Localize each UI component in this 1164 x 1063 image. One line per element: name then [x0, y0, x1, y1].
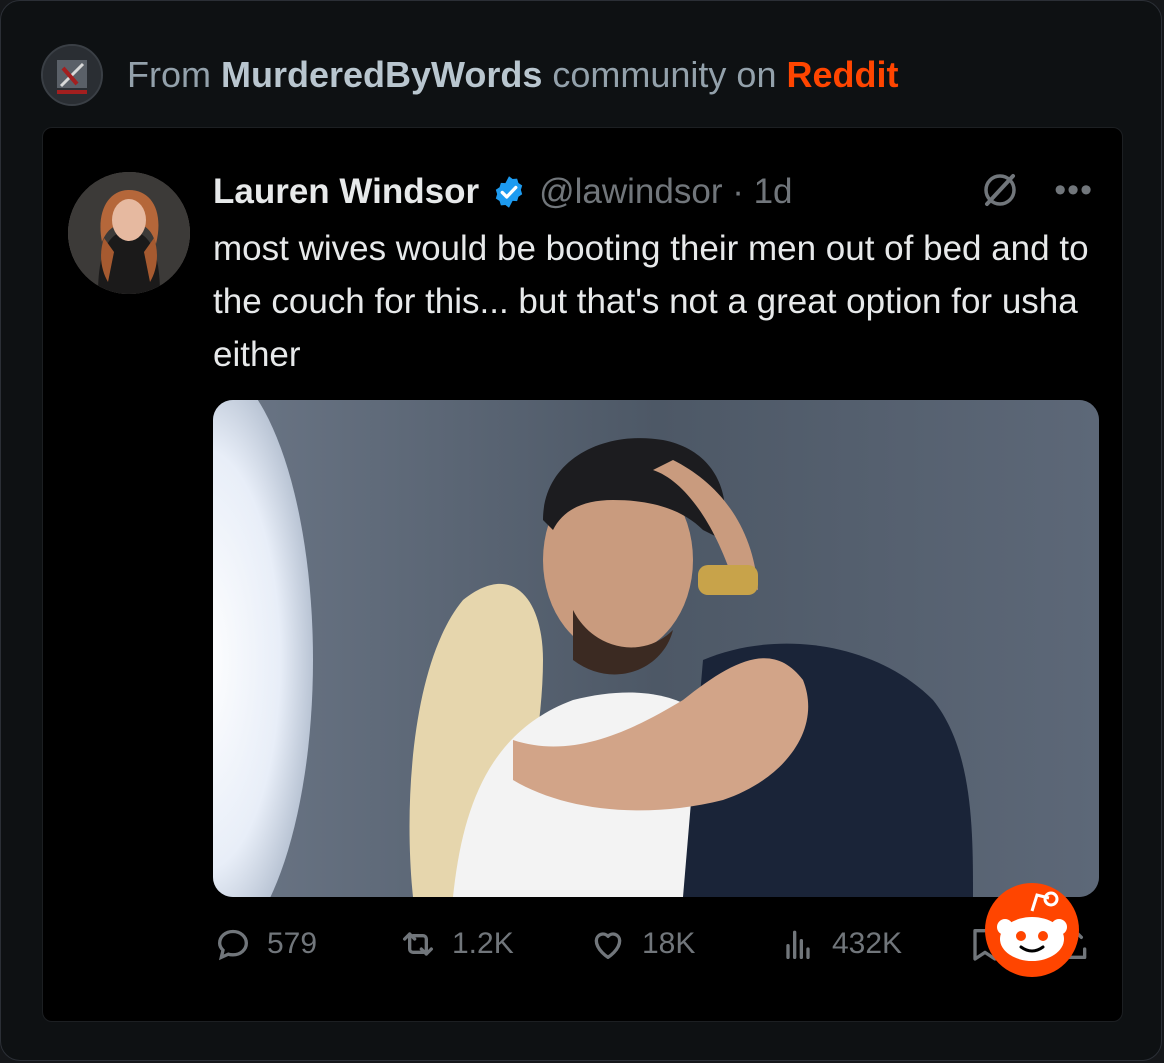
- handle-text: @lawindsor: [539, 172, 723, 211]
- source-middle: community on: [542, 54, 787, 95]
- tweet-header: Lauren Windsor @lawindsor · 1d •••: [213, 164, 1093, 220]
- source-prefix: From: [127, 54, 221, 95]
- reply-icon: [217, 929, 249, 961]
- tweet-text: most wives would be booting their men ou…: [213, 229, 1089, 374]
- post-time: · 1d: [722, 172, 793, 211]
- community-name[interactable]: MurderedByWords: [221, 54, 542, 95]
- reddit-snoo-icon[interactable]: [981, 879, 1083, 977]
- views-action[interactable]: 432K: [778, 924, 902, 964]
- source-line: From MurderedByWords community on Reddit: [127, 54, 898, 96]
- like-count: 18K: [642, 927, 696, 960]
- platform-name[interactable]: Reddit: [786, 54, 898, 95]
- heart-icon: [594, 932, 622, 959]
- tweet-actions: 579 1.2K 18K 432K: [213, 924, 1093, 964]
- author-name[interactable]: Lauren Windsor: [213, 172, 479, 212]
- subreddit-icon[interactable]: [41, 44, 103, 106]
- more-options-icon[interactable]: •••: [1054, 171, 1093, 210]
- grok-icon[interactable]: [980, 170, 1020, 210]
- views-count: 432K: [832, 927, 903, 960]
- repost-icon: [403, 932, 433, 956]
- repost-count: 1.2K: [452, 927, 514, 960]
- reply-action[interactable]: 579: [213, 924, 317, 964]
- tweet-media[interactable]: [213, 400, 1099, 897]
- like-action[interactable]: 18K: [588, 924, 695, 964]
- reddit-embed-card: From MurderedByWords community on Reddit…: [0, 0, 1162, 1061]
- reply-count: 579: [267, 927, 318, 960]
- author-handle[interactable]: @lawindsor · 1d: [539, 172, 792, 212]
- embrace-photo: [213, 400, 1099, 897]
- views-icon: [786, 930, 810, 959]
- verified-badge-icon: [495, 176, 523, 208]
- author-avatar[interactable]: [68, 172, 190, 294]
- repost-action[interactable]: 1.2K: [398, 924, 514, 964]
- header-actions: •••: [980, 170, 1093, 210]
- source-header: From MurderedByWords community on Reddit: [41, 43, 898, 107]
- embedded-tweet: Lauren Windsor @lawindsor · 1d ••• most …: [42, 127, 1123, 1022]
